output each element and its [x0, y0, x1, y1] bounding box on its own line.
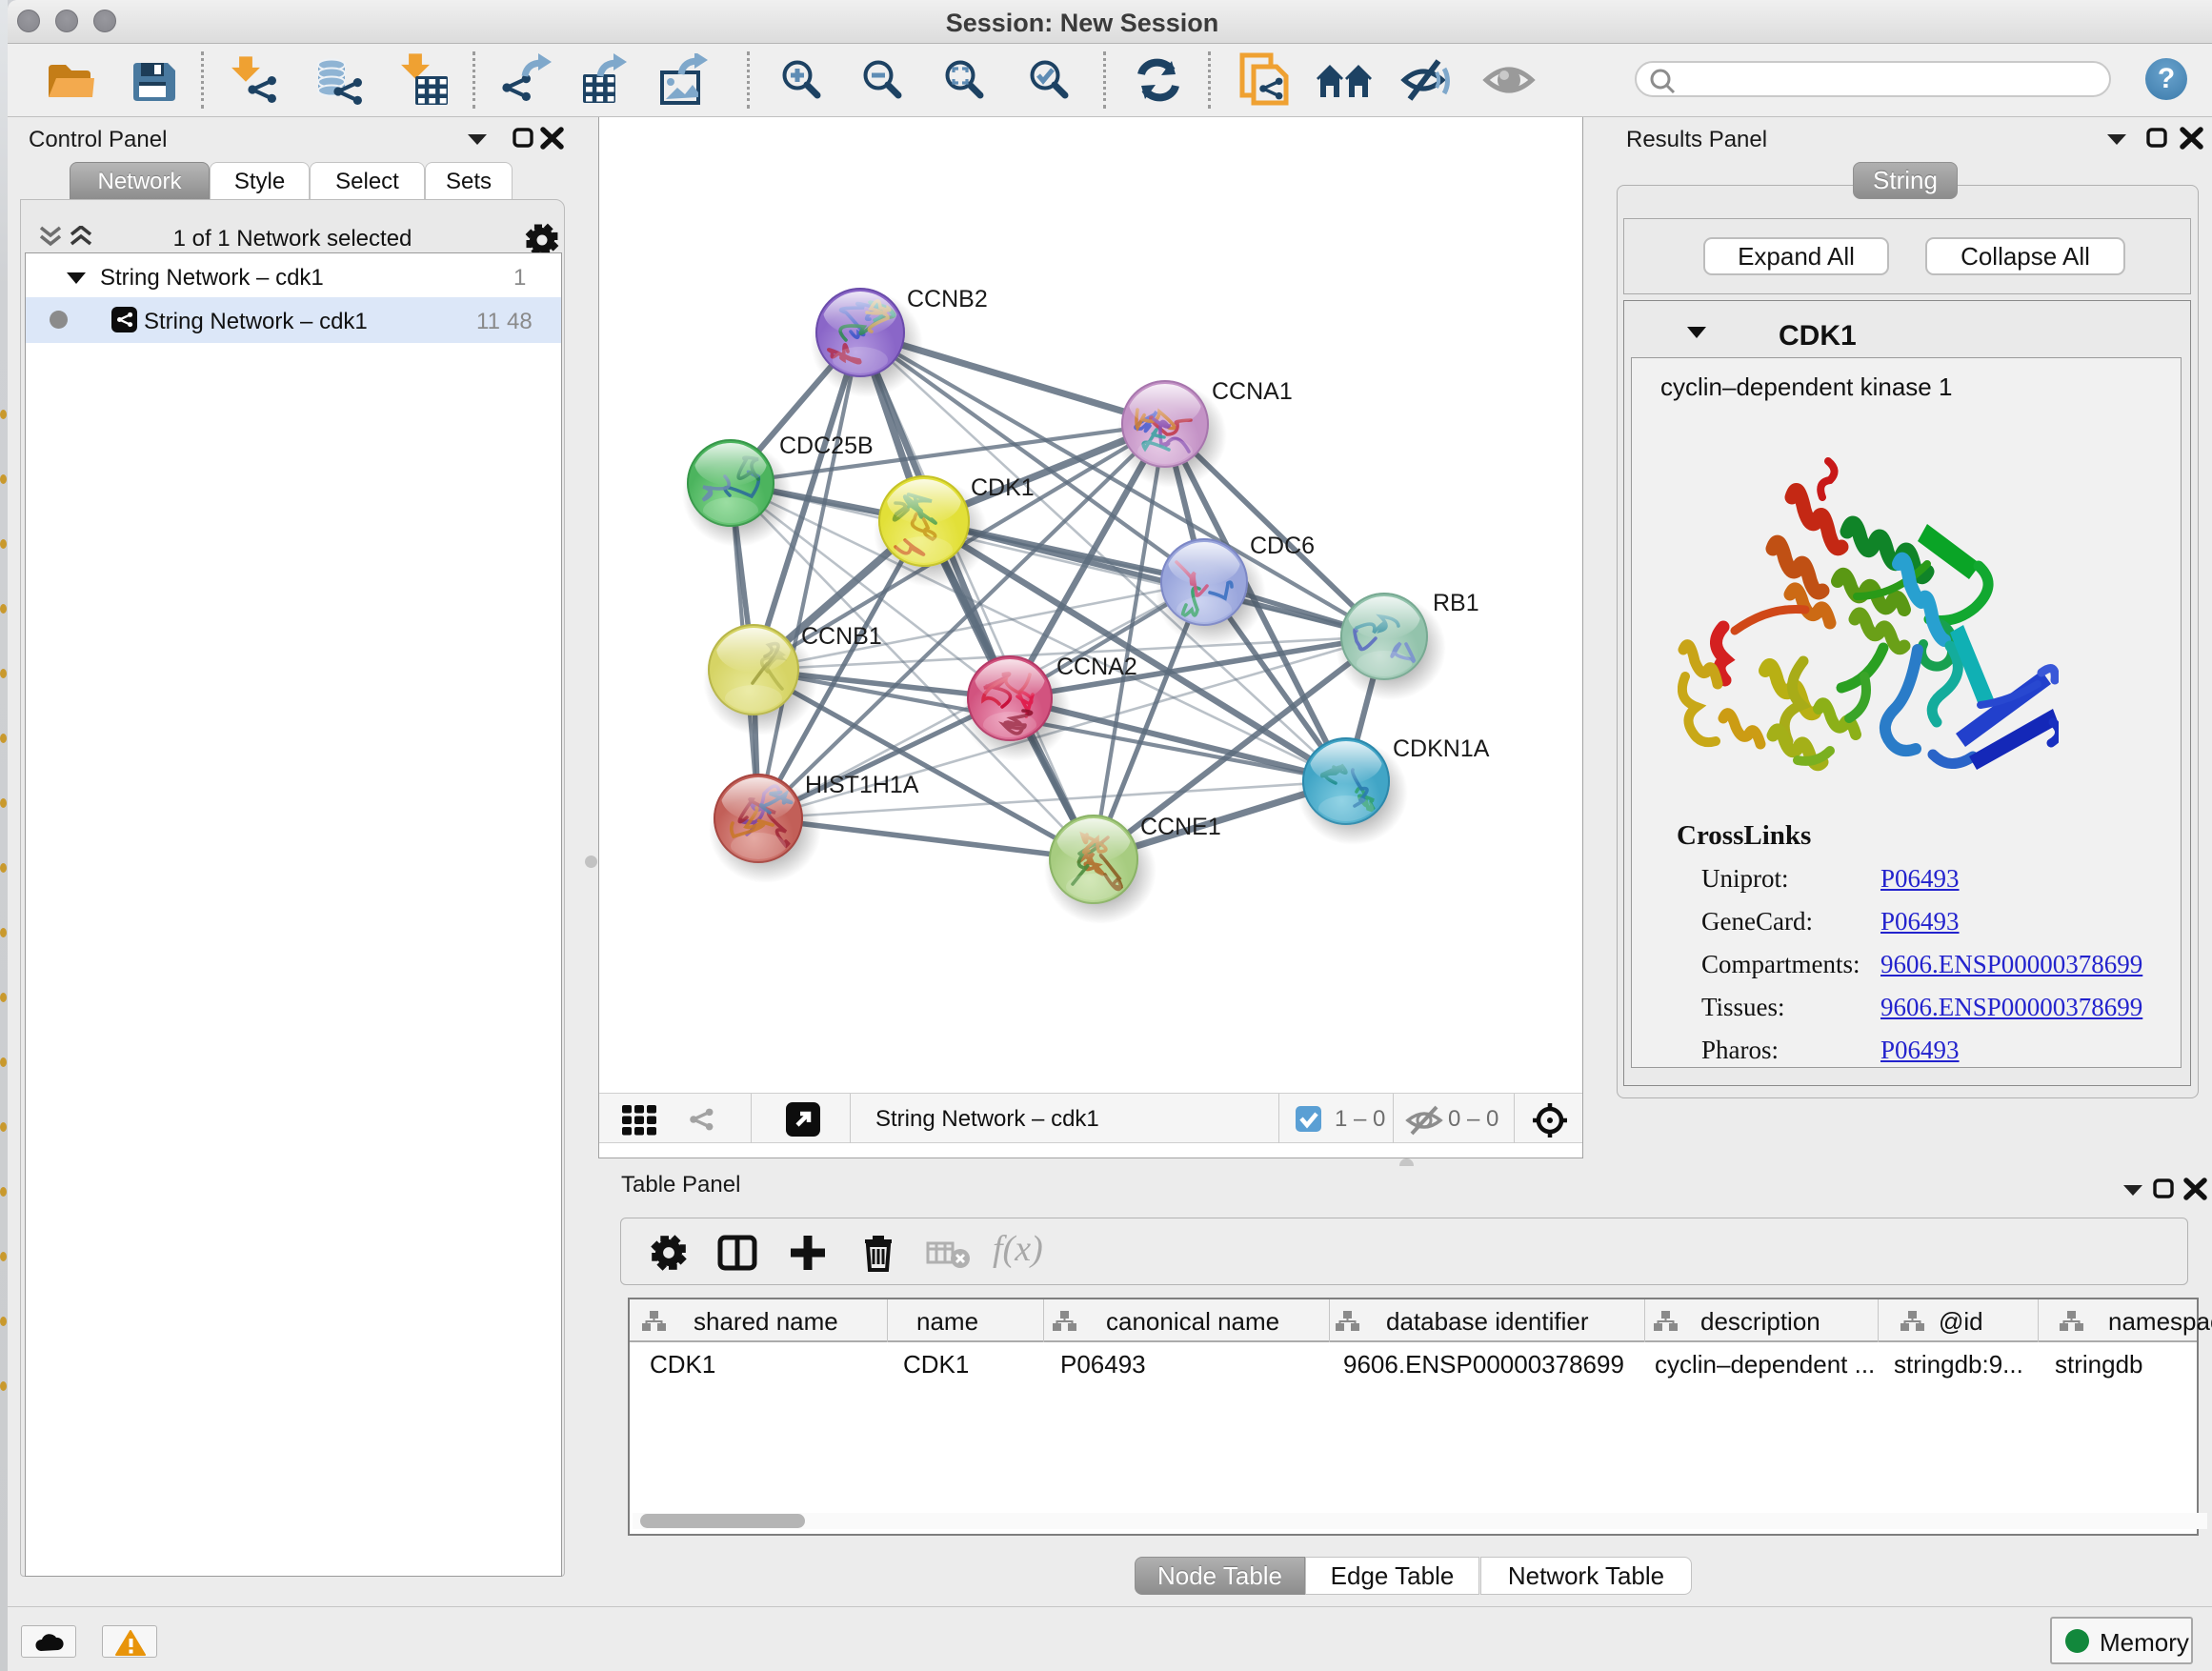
svg-text:CDKN1A: CDKN1A	[1393, 735, 1490, 762]
svg-text:RB1: RB1	[1433, 590, 1479, 616]
svg-text:CCNB2: CCNB2	[907, 286, 988, 312]
svg-text:CCNA1: CCNA1	[1212, 378, 1293, 405]
svg-text:CCNB1: CCNB1	[801, 623, 882, 650]
svg-text:HIST1H1A: HIST1H1A	[805, 772, 919, 798]
svg-text:CCNA2: CCNA2	[1056, 654, 1137, 680]
svg-text:CDC6: CDC6	[1250, 533, 1315, 559]
svg-text:CCNE1: CCNE1	[1140, 814, 1221, 840]
svg-text:CDC25B: CDC25B	[779, 433, 874, 459]
svg-text:CDK1: CDK1	[971, 474, 1035, 501]
